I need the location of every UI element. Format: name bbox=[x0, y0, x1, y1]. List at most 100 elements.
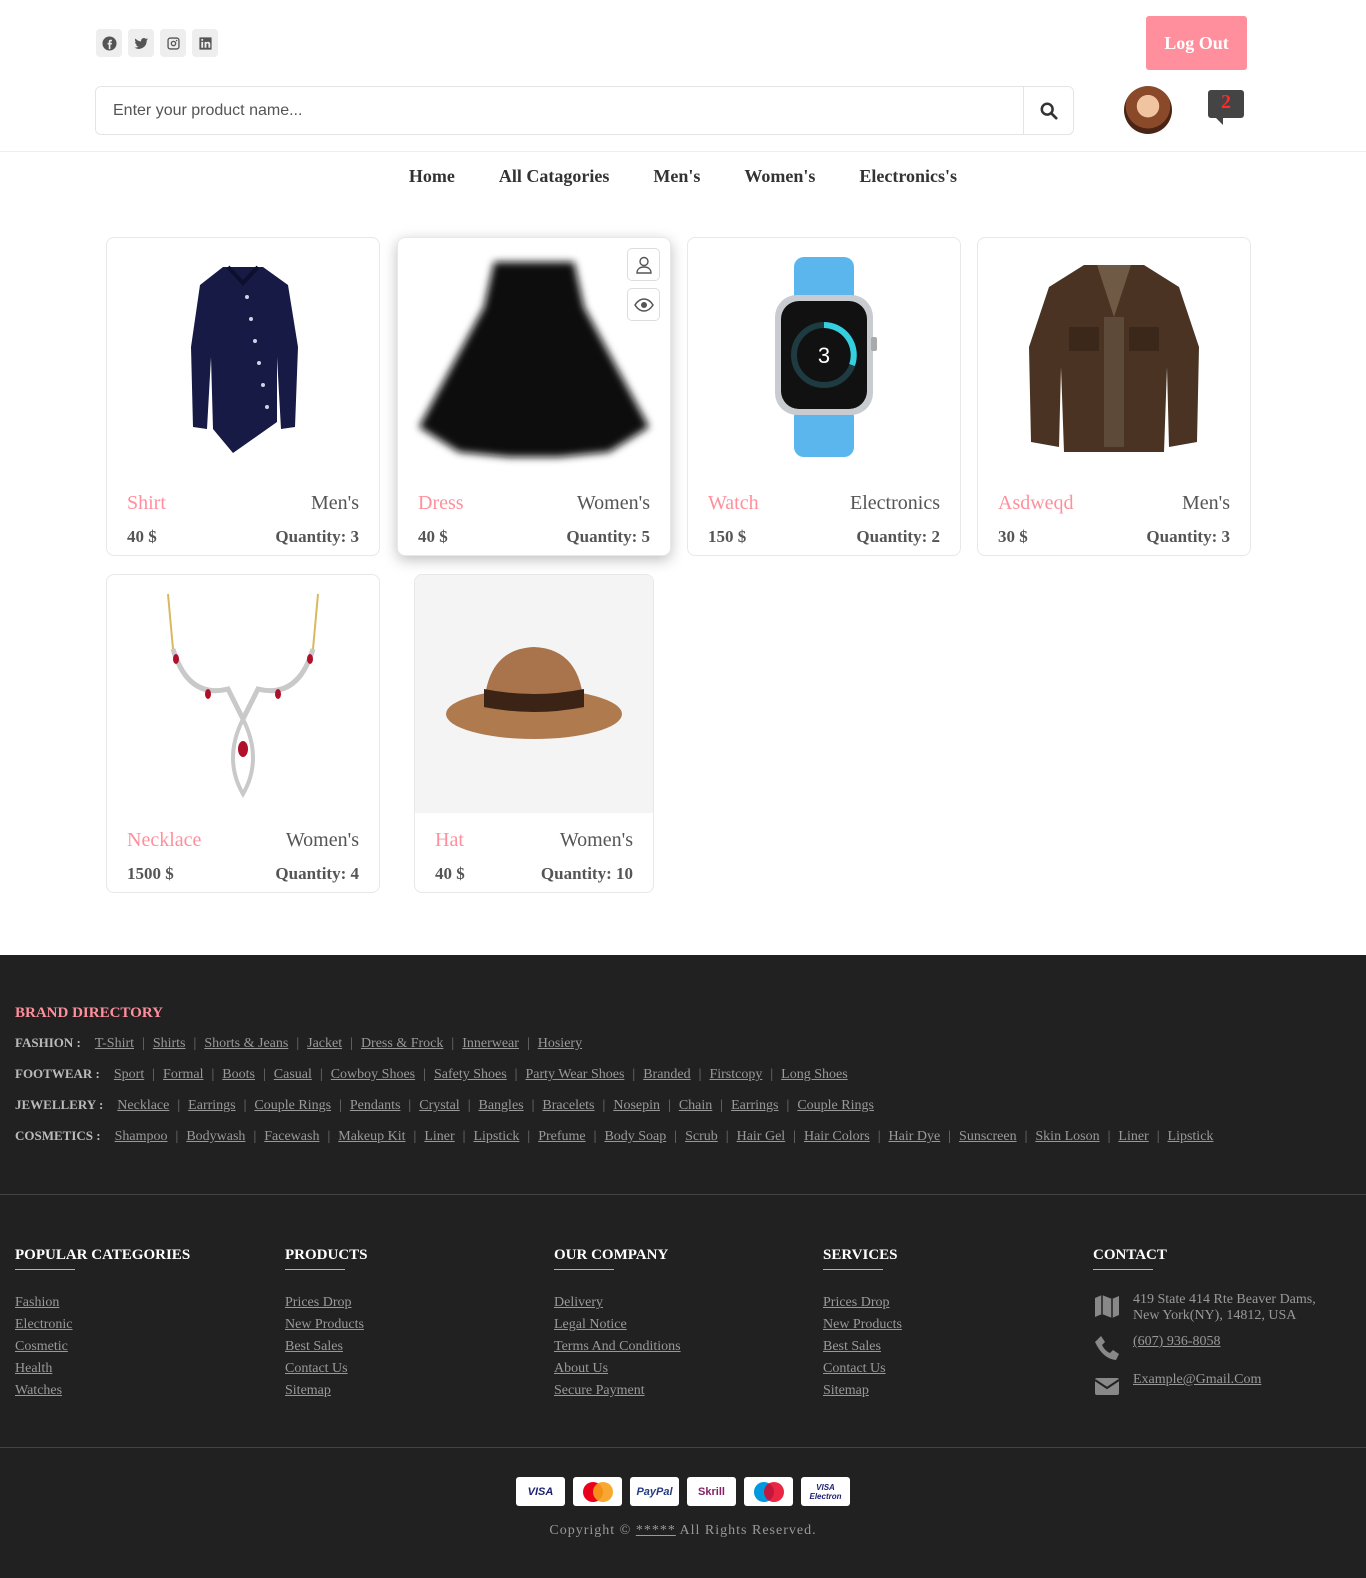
footer-link[interactable]: Sitemap bbox=[285, 1383, 331, 1398]
footer-link[interactable]: Sitemap bbox=[823, 1383, 869, 1398]
brand-link[interactable]: Innerwear bbox=[462, 1036, 519, 1051]
brand-link[interactable]: Formal bbox=[163, 1067, 203, 1082]
product-name[interactable]: Asdweqd bbox=[998, 492, 1074, 515]
nav-womens[interactable]: Women's bbox=[744, 166, 815, 187]
product-name[interactable]: Necklace bbox=[127, 829, 201, 852]
brand-link[interactable]: Crystal bbox=[419, 1098, 459, 1113]
brand-link[interactable]: Branded bbox=[643, 1067, 690, 1082]
footer-link[interactable]: Prices Drop bbox=[823, 1295, 890, 1310]
brand-link[interactable]: Shorts & Jeans bbox=[204, 1036, 288, 1051]
product-card[interactable]: Hat Women's 40 $ Quantity: 10 bbox=[414, 574, 654, 893]
facebook-icon[interactable] bbox=[96, 29, 122, 57]
product-name[interactable]: Hat bbox=[435, 829, 464, 852]
brand-link[interactable]: Pendants bbox=[350, 1098, 401, 1113]
brand-link[interactable]: Chain bbox=[679, 1098, 712, 1113]
footer-link[interactable]: Best Sales bbox=[285, 1339, 343, 1354]
separator: | bbox=[339, 1098, 342, 1113]
brand-link[interactable]: Couple Rings bbox=[254, 1098, 331, 1113]
twitter-icon[interactable] bbox=[128, 29, 154, 57]
footer-link[interactable]: Fashion bbox=[15, 1295, 59, 1310]
brand-link[interactable]: Lipstick bbox=[473, 1129, 519, 1144]
footer-link[interactable]: Prices Drop bbox=[285, 1295, 352, 1310]
brand-link[interactable]: Sport bbox=[114, 1067, 144, 1082]
nav-all-categories[interactable]: All Catagories bbox=[499, 166, 609, 187]
brand-link[interactable]: Shirts bbox=[153, 1036, 186, 1051]
footer-link[interactable]: Contact Us bbox=[285, 1361, 348, 1376]
footer-link[interactable]: Terms And Conditions bbox=[554, 1339, 681, 1354]
footer-link[interactable]: Legal Notice bbox=[554, 1317, 627, 1332]
brand-link[interactable]: Couple Rings bbox=[797, 1098, 874, 1113]
brand-link[interactable]: Prefume bbox=[538, 1129, 585, 1144]
footer-link[interactable]: Watches bbox=[15, 1383, 62, 1398]
brand-link[interactable]: Hair Gel bbox=[737, 1129, 786, 1144]
brand-link[interactable]: Casual bbox=[274, 1067, 312, 1082]
product-card[interactable]: Necklace Women's 1500 $ Quantity: 4 bbox=[106, 574, 380, 893]
brand-link[interactable]: Lipstick bbox=[1168, 1129, 1214, 1144]
brand-link[interactable]: Necklace bbox=[117, 1098, 169, 1113]
footer-link[interactable]: Delivery bbox=[554, 1295, 603, 1310]
footer-link[interactable]: Cosmetic bbox=[15, 1339, 68, 1354]
product-name[interactable]: Dress bbox=[418, 492, 464, 515]
envelope-icon bbox=[1094, 1378, 1120, 1395]
brand-link[interactable]: Long Shoes bbox=[781, 1067, 848, 1082]
brand-link[interactable]: Earrings bbox=[731, 1098, 778, 1113]
product-category: Women's bbox=[576, 492, 650, 514]
brand-link[interactable]: Jacket bbox=[307, 1036, 342, 1051]
list-item: Contact Us bbox=[823, 1358, 902, 1380]
product-card[interactable]: 3 Watch Electronics 150 $ Quantity: 2 bbox=[687, 237, 961, 556]
brand-link[interactable]: Liner bbox=[1118, 1129, 1148, 1144]
brand-link[interactable]: Boots bbox=[222, 1067, 255, 1082]
brand-link[interactable]: Nosepin bbox=[613, 1098, 660, 1113]
copyright-link[interactable]: ***** bbox=[636, 1523, 676, 1538]
product-name[interactable]: Shirt bbox=[127, 492, 166, 515]
brand-link[interactable]: Bangles bbox=[479, 1098, 524, 1113]
brand-link[interactable]: Bodywash bbox=[186, 1129, 245, 1144]
search-input[interactable] bbox=[96, 87, 1023, 134]
footer-link[interactable]: About Us bbox=[554, 1361, 608, 1376]
footer-link[interactable]: New Products bbox=[285, 1317, 364, 1332]
nav-mens[interactable]: Men's bbox=[653, 166, 700, 187]
brand-link[interactable]: Hosiery bbox=[538, 1036, 582, 1051]
brand-link[interactable]: Facewash bbox=[264, 1129, 319, 1144]
brand-link[interactable]: Safety Shoes bbox=[434, 1067, 507, 1082]
quick-view-button[interactable] bbox=[627, 288, 660, 321]
notification-button[interactable]: 2 bbox=[1208, 90, 1244, 125]
product-name[interactable]: Watch bbox=[708, 492, 759, 515]
brand-link[interactable]: Earrings bbox=[188, 1098, 235, 1113]
footer-link[interactable]: Secure Payment bbox=[554, 1383, 645, 1398]
brand-link[interactable]: Shampoo bbox=[115, 1129, 168, 1144]
brand-link[interactable]: Dress & Frock bbox=[361, 1036, 443, 1051]
brand-link[interactable]: Sunscreen bbox=[959, 1129, 1017, 1144]
footer-link[interactable]: New Products bbox=[823, 1317, 902, 1332]
brand-link[interactable]: Hair Dye bbox=[889, 1129, 941, 1144]
product-category: Men's bbox=[310, 492, 359, 514]
brand-link[interactable]: T-Shirt bbox=[95, 1036, 134, 1051]
product-card[interactable]: Dress Women's 40 $ Quantity: 5 bbox=[397, 237, 671, 556]
brand-link[interactable]: Party Wear Shoes bbox=[525, 1067, 624, 1082]
brand-link[interactable]: Cowboy Shoes bbox=[331, 1067, 415, 1082]
product-card[interactable]: Asdweqd Men's 30 $ Quantity: 3 bbox=[977, 237, 1251, 556]
separator: | bbox=[527, 1129, 531, 1144]
product-card[interactable]: Shirt Men's 40 $ Quantity: 3 bbox=[106, 237, 380, 556]
brand-link[interactable]: Liner bbox=[424, 1129, 454, 1144]
footer-link[interactable]: Contact Us bbox=[823, 1361, 886, 1376]
brand-link[interactable]: Makeup Kit bbox=[338, 1129, 405, 1144]
footer-link[interactable]: Electronic bbox=[15, 1317, 73, 1332]
nav-electronics[interactable]: Electronics's bbox=[859, 166, 957, 187]
search-button[interactable] bbox=[1023, 87, 1073, 134]
user-avatar[interactable] bbox=[1124, 86, 1172, 134]
linkedin-icon[interactable] bbox=[192, 29, 218, 57]
brand-link[interactable]: Skin Loson bbox=[1035, 1129, 1099, 1144]
brand-link[interactable]: Firstcopy bbox=[709, 1067, 762, 1082]
brand-link[interactable]: Body Soap bbox=[604, 1129, 666, 1144]
logout-button[interactable]: Log Out bbox=[1146, 16, 1247, 70]
footer-link[interactable]: Health bbox=[15, 1361, 52, 1376]
mastercard-icon bbox=[573, 1477, 622, 1506]
brand-link[interactable]: Hair Colors bbox=[804, 1129, 870, 1144]
brand-link[interactable]: Scrub bbox=[685, 1129, 718, 1144]
nav-home[interactable]: Home bbox=[409, 166, 455, 187]
instagram-icon[interactable] bbox=[160, 29, 186, 57]
footer-link[interactable]: Best Sales bbox=[823, 1339, 881, 1354]
brand-link[interactable]: Bracelets bbox=[542, 1098, 594, 1113]
account-action-button[interactable] bbox=[627, 248, 660, 281]
